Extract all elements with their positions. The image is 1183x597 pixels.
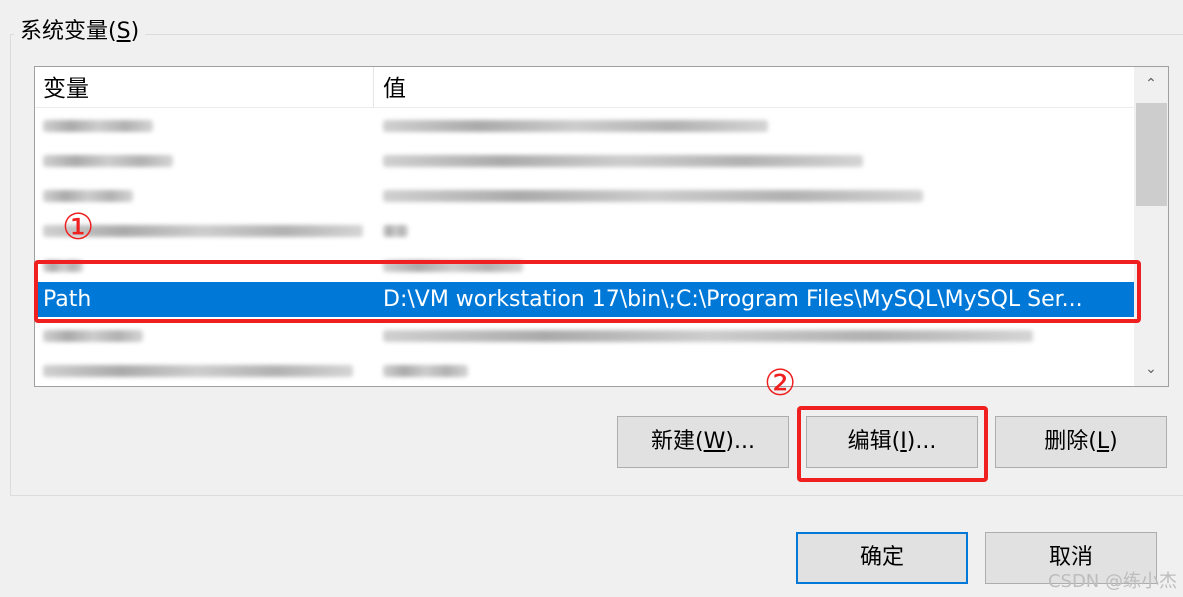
new-button-suffix: )... xyxy=(725,429,755,454)
column-header-value[interactable]: 值 xyxy=(375,67,406,107)
annotation-marker-2: ② xyxy=(764,363,797,404)
list-header: 变量 值 xyxy=(35,67,1134,108)
delete-button-suffix: ) xyxy=(1109,429,1118,454)
delete-button-label: 删除( xyxy=(1044,429,1097,454)
redacted-variable-value xyxy=(383,120,768,132)
redacted-variable-value xyxy=(383,330,1033,342)
annotation-highlight-edit-button xyxy=(797,406,988,482)
ok-button[interactable]: 确定 xyxy=(796,532,968,584)
scroll-thumb[interactable] xyxy=(1136,103,1167,206)
redacted-variable-name xyxy=(43,330,143,342)
group-title-accelerator: S xyxy=(116,19,131,44)
redacted-variable-value xyxy=(383,225,408,237)
chevron-up-icon[interactable]: ⌃ xyxy=(1134,69,1168,99)
system-variables-list[interactable]: 变量 值 Path D:\VM workstation 17\bin\;C:\Pr… xyxy=(34,66,1169,387)
redacted-variable-value xyxy=(383,155,863,167)
table-row[interactable] xyxy=(35,177,1134,212)
table-row[interactable] xyxy=(35,352,1134,386)
redacted-variable-name xyxy=(43,190,133,202)
vertical-scrollbar[interactable]: ⌃ ⌄ xyxy=(1134,67,1168,386)
delete-variable-button[interactable]: 删除(L) xyxy=(995,416,1167,468)
chevron-down-icon[interactable]: ⌄ xyxy=(1134,354,1168,384)
redacted-variable-name xyxy=(43,365,353,377)
group-title: 系统变量(S) xyxy=(14,17,146,47)
column-header-name[interactable]: 变量 xyxy=(35,67,374,107)
redacted-variable-value xyxy=(383,365,468,377)
annotation-marker-1: ① xyxy=(62,207,95,248)
annotation-highlight-path-row xyxy=(34,260,1141,323)
watermark: CSDN @练小杰 xyxy=(1047,571,1177,592)
new-variable-button[interactable]: 新建(W)... xyxy=(617,416,789,468)
redacted-variable-value xyxy=(383,190,923,202)
delete-button-accelerator: L xyxy=(1096,429,1110,454)
group-title-text: 系统变量( xyxy=(20,19,117,44)
new-button-accelerator: W xyxy=(703,429,726,454)
table-row[interactable] xyxy=(35,107,1134,142)
new-button-label: 新建( xyxy=(651,429,704,454)
table-row[interactable] xyxy=(35,142,1134,177)
redacted-variable-name xyxy=(43,155,173,167)
group-title-close: ) xyxy=(130,19,140,44)
redacted-variable-name xyxy=(43,120,153,132)
table-row[interactable] xyxy=(35,212,1134,247)
